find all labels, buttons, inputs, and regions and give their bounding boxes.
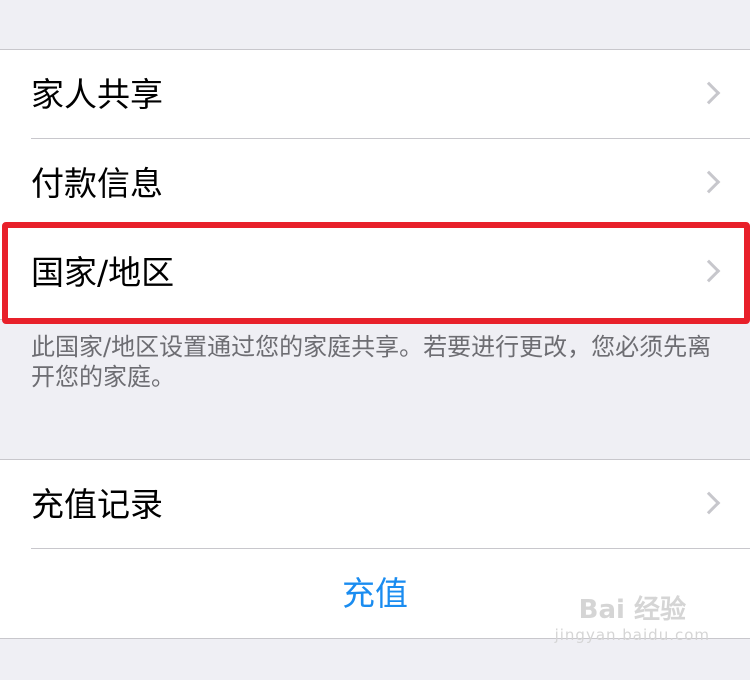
chevron-right-icon bbox=[697, 81, 721, 105]
family-sharing-row[interactable]: 家人共享 bbox=[0, 50, 750, 139]
country-region-label: 国家/地区 bbox=[31, 253, 175, 292]
watermark-logo-text: Bai 经验 bbox=[578, 595, 686, 625]
watermark-url: jingyan.baidu.com bbox=[554, 626, 710, 644]
settings-group-account: 家人共享 付款信息 国家/地区 bbox=[0, 49, 750, 320]
country-region-footnote: 此国家/地区设置通过您的家庭共享。若要进行更改，您必须先离开您的家庭。 bbox=[31, 333, 712, 391]
chevron-right-icon bbox=[697, 170, 721, 194]
chevron-right-icon bbox=[697, 259, 721, 283]
payment-info-label: 付款信息 bbox=[31, 164, 163, 203]
topup-history-row[interactable]: 充值记录 bbox=[0, 460, 750, 549]
baidu-jingyan-watermark: Bai 经验 jingyan.baidu.com bbox=[555, 595, 710, 645]
payment-info-row[interactable]: 付款信息 bbox=[0, 139, 750, 228]
topup-history-label: 充值记录 bbox=[31, 485, 163, 524]
country-region-row[interactable]: 国家/地区 bbox=[0, 228, 750, 317]
family-sharing-label: 家人共享 bbox=[31, 75, 163, 114]
chevron-right-icon bbox=[697, 491, 721, 515]
